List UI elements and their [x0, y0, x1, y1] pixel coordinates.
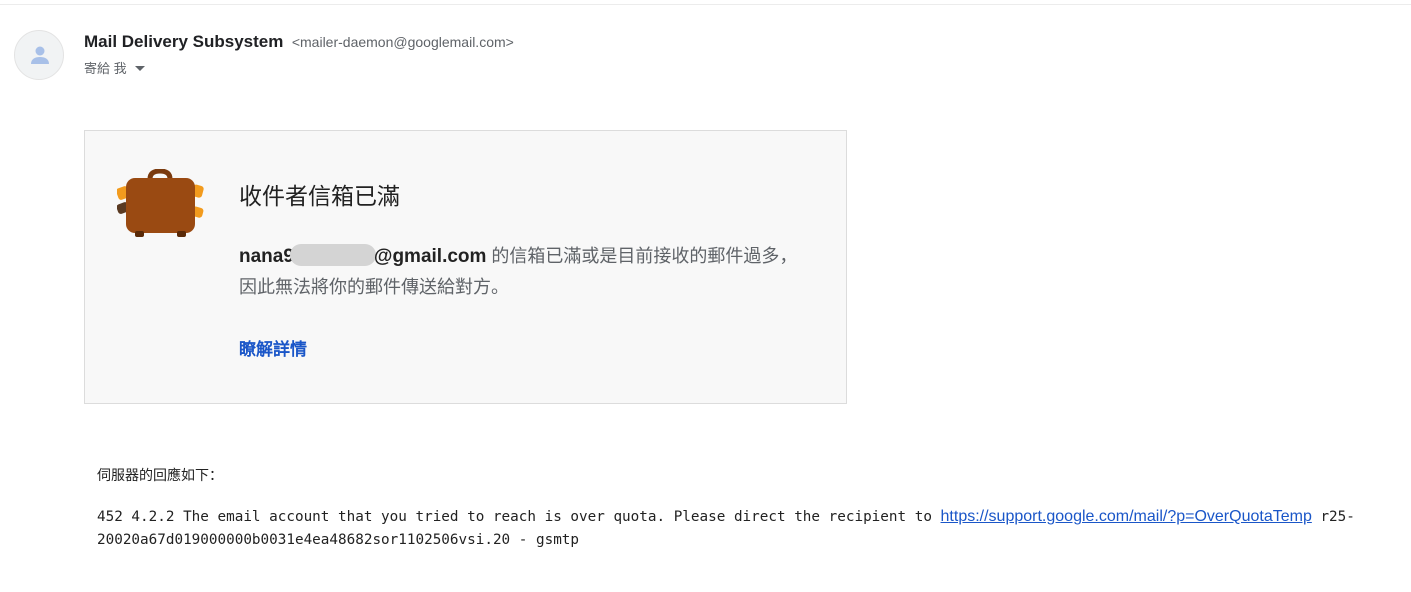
- recipient-details-toggle[interactable]: 寄給 我: [84, 58, 145, 77]
- chevron-down-icon[interactable]: [134, 66, 145, 71]
- over-quota-help-link[interactable]: https://support.google.com/mail/?p=OverQ…: [941, 508, 1312, 525]
- sender-avatar[interactable]: [14, 30, 64, 80]
- sender-email: <mailer-daemon@googlemail.com>: [291, 34, 514, 50]
- message-line-2: 因此無法將你的郵件傳送給對方。: [239, 277, 509, 297]
- suitcase-icon: [117, 169, 204, 237]
- learn-more-link[interactable]: 瞭解詳情: [239, 335, 307, 360]
- card-title: 收件者信箱已滿: [239, 183, 400, 209]
- message-line-1: 的信箱已滿或是目前接收的郵件過多，: [486, 246, 798, 266]
- server-message-text: 452 4.2.2 The email account that you tri…: [97, 509, 941, 525]
- sender-name[interactable]: Mail Delivery Subsystem: [84, 32, 283, 51]
- server-response-label: 伺服器的回應如下：: [97, 467, 223, 483]
- top-divider: [0, 4, 1411, 5]
- sender-line: Mail Delivery Subsystem <mailer-daemon@g…: [84, 32, 514, 52]
- bounce-notice-card: 收件者信箱已滿 nana9 @gmail.com 的信箱已滿或是目前接收的郵件過多…: [84, 130, 847, 404]
- recipient-label: 寄給 我: [84, 61, 127, 76]
- card-message: nana9 @gmail.com 的信箱已滿或是目前接收的郵件過多， 因此無法將你…: [239, 241, 829, 302]
- person-icon: [31, 46, 49, 64]
- server-response-message: 452 4.2.2 The email account that you tri…: [97, 505, 1397, 552]
- recipient-address: nana9 @gmail.com: [239, 244, 487, 267]
- redaction-mask: [289, 244, 376, 266]
